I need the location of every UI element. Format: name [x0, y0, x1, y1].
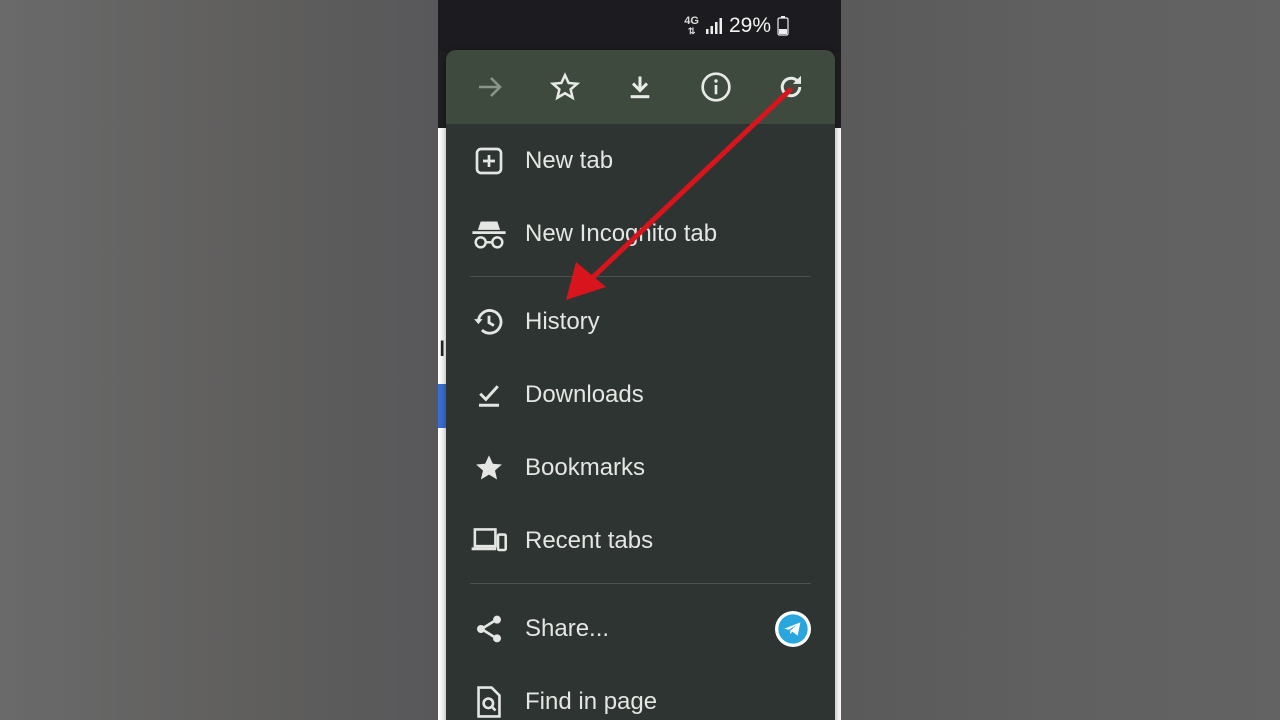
info-icon: [701, 72, 731, 102]
status-icons: 4G ⇅ 29%: [684, 14, 789, 38]
refresh-icon: [781, 75, 802, 98]
forward-arrow-icon: [478, 77, 502, 97]
page-info-button[interactable]: [690, 61, 742, 113]
menu-item-label: Recent tabs: [525, 526, 654, 554]
incognito-icon: [471, 216, 507, 252]
battery-icon: [777, 16, 789, 36]
menu-item-label: History: [525, 307, 600, 335]
star-filled-icon: [471, 450, 507, 486]
devices-icon: [471, 523, 507, 559]
phone-screen: 4G ⇅ 29% ı New tab New Incognito tab His…: [438, 0, 841, 720]
blurred-background-left: [0, 0, 438, 720]
history-icon: [471, 304, 507, 340]
blurred-background-right: [841, 0, 1280, 720]
menu-divider: [470, 583, 811, 584]
signal-icon: [705, 18, 722, 34]
forward-button[interactable]: [464, 61, 516, 113]
menu-item-share[interactable]: Share...: [446, 592, 835, 665]
find-page-icon: [471, 684, 507, 720]
menu-toolbar: [446, 50, 835, 124]
battery-percent: 29%: [728, 14, 771, 37]
telegram-icon: [778, 614, 808, 644]
menu-item-label: New Incognito tab: [525, 219, 718, 247]
plus-box-icon: [471, 143, 507, 179]
menu-item-label: Downloads: [525, 380, 644, 408]
menu-item-bookmarks[interactable]: Bookmarks: [446, 431, 835, 504]
menu-item-label: Bookmarks: [525, 453, 646, 481]
menu-item-label: Find in page: [525, 687, 658, 715]
downloads-check-icon: [471, 377, 507, 413]
menu-item-downloads[interactable]: Downloads: [446, 358, 835, 431]
menu-item-new-incognito-tab[interactable]: New Incognito tab: [446, 197, 835, 270]
download-icon: [631, 76, 650, 99]
network-type: 4G ⇅: [684, 15, 699, 37]
status-bar: 4G ⇅ 29%: [438, 0, 841, 52]
telegram-share-button[interactable]: [775, 611, 811, 647]
bookmark-button[interactable]: [539, 61, 591, 113]
share-icon: [471, 611, 507, 647]
star-outline-icon: [550, 72, 581, 101]
menu-divider: [470, 276, 811, 277]
chrome-overflow-menu: New tab New Incognito tab History Downlo…: [446, 50, 835, 720]
page-content-fragment: [438, 384, 446, 428]
menu-item-label: New tab: [525, 146, 614, 174]
menu-item-label: Share...: [525, 614, 610, 642]
menu-item-new-tab[interactable]: New tab: [446, 124, 835, 197]
menu-item-find-in-page[interactable]: Find in page: [446, 665, 835, 720]
menu-item-history[interactable]: History: [446, 285, 835, 358]
refresh-button[interactable]: [765, 61, 817, 113]
download-button[interactable]: [614, 61, 666, 113]
menu-item-recent-tabs[interactable]: Recent tabs: [446, 504, 835, 577]
